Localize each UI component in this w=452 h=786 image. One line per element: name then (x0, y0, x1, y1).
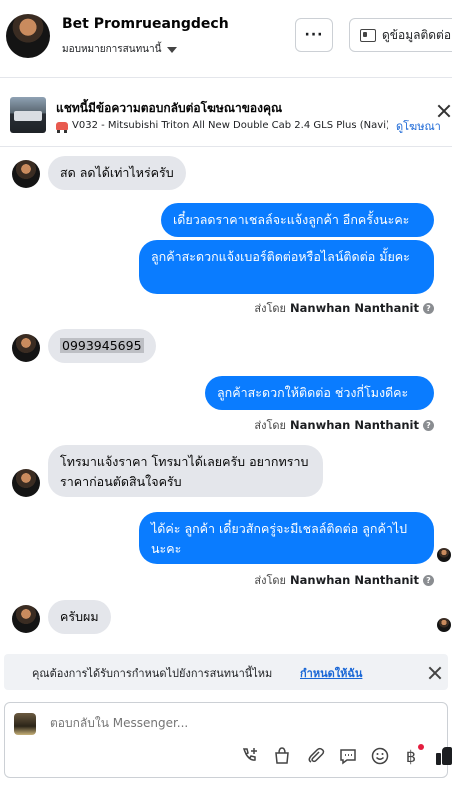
assign-prompt-text: คุณต้องการได้รับการกำหนดไปยังการสนทนานี้… (32, 667, 273, 680)
ad-name: V032 - Mitsubishi Triton All New Double … (72, 120, 403, 131)
sent-by-label: ส่งโดย Nanwhan Nanthanit ? (254, 416, 434, 434)
attachment-icon[interactable] (305, 746, 325, 766)
message-incoming[interactable]: สด ลดได้เท่าไหร่ครับ (48, 156, 186, 190)
sender-avatar (12, 605, 40, 633)
thumbs-up-icon[interactable] (434, 744, 452, 768)
shopping-bag-icon[interactable] (272, 746, 292, 766)
help-icon[interactable]: ? (423, 302, 434, 314)
reply-input[interactable] (50, 716, 430, 730)
contact-avatar[interactable] (6, 14, 50, 58)
car-icon (56, 121, 68, 133)
caret-down-icon (167, 46, 178, 53)
phone-number-text[interactable]: 0993945695 (60, 338, 144, 353)
message-outgoing[interactable]: ลูกค้าสะดวกให้ติดต่อ ช่วงกี่โมงดีคะ (205, 376, 434, 410)
view-ad-link-wrap: ดูโฆษณา (388, 117, 452, 137)
sent-by-name: Nanwhan Nanthanit (290, 573, 419, 587)
seen-avatar (437, 618, 451, 632)
contact-card-icon (360, 28, 376, 42)
assign-to-me-link[interactable]: กำหนดให้ฉัน (300, 664, 362, 682)
seen-avatar (437, 548, 451, 562)
message-outgoing[interactable]: เดี๋ยวลดราคาเชลล์จะแจ้งลูกค้า อีกครั้งนะ… (161, 203, 434, 237)
close-icon[interactable] (428, 666, 442, 680)
ad-banner-subtitle: V032 - Mitsubishi Triton All New Double … (56, 120, 403, 133)
phone-add-icon[interactable] (240, 746, 260, 766)
emoji-icon[interactable] (370, 746, 390, 766)
help-icon[interactable]: ? (423, 574, 434, 586)
message-outgoing[interactable]: ได้ค่ะ ลูกค้า เดี๋ยวสักครู่จะมีเชลล์ติดต… (139, 512, 434, 564)
saved-replies-icon[interactable] (338, 746, 358, 766)
sent-by-label: ส่งโดย Nanwhan Nanthanit ? (254, 299, 434, 317)
message-composer (4, 702, 448, 778)
help-icon[interactable]: ? (423, 419, 434, 431)
sent-by-name: Nanwhan Nanthanit (290, 418, 419, 432)
view-contact-info-label: ดูข้อมูลติดต่อ (382, 27, 452, 42)
assign-conversation-dropdown[interactable]: มอบหมายการสนทนานี้ (62, 42, 178, 57)
more-options-button[interactable]: ··· (295, 18, 333, 52)
contact-name[interactable]: Bet Promrueangdech (62, 16, 229, 32)
ad-banner-title: แชทนี้มีข้อความตอบกลับต่อโฆษณาของคุณ (56, 101, 283, 115)
sent-by-name: Nanwhan Nanthanit (290, 301, 419, 315)
assign-label: มอบหมายการสนทนานี้ (62, 44, 162, 55)
message-outgoing[interactable]: ลูกค้าสะดวกแจ้งเบอร์ติดต่อหรือไลน์ติดต่อ… (139, 240, 434, 294)
sent-by-prefix: ส่งโดย (254, 419, 287, 432)
ad-thumbnail[interactable] (10, 97, 46, 133)
message-incoming[interactable]: 0993945695 (48, 329, 156, 363)
message-incoming[interactable]: ครับผม (48, 600, 111, 634)
sender-avatar (12, 469, 40, 497)
page-avatar (14, 713, 36, 735)
message-incoming[interactable]: โทรมาแจ้งราคา โทรมาได้เลยครับ อยากทราบรา… (48, 445, 323, 497)
sent-by-prefix: ส่งโดย (254, 302, 287, 315)
assign-prompt-bar: คุณต้องการได้รับการกำหนดไปยังการสนทนานี้… (4, 654, 448, 690)
sender-avatar (12, 334, 40, 362)
notification-dot (418, 744, 424, 750)
sent-by-label: ส่งโดย Nanwhan Nanthanit ? (254, 571, 434, 589)
close-icon[interactable] (437, 104, 451, 118)
view-contact-info-button[interactable]: ดูข้อมูลติดต่อ (349, 18, 452, 52)
sent-by-prefix: ส่งโดย (254, 574, 287, 587)
sender-avatar (12, 160, 40, 188)
view-ad-link[interactable]: ดูโฆษณา (388, 117, 452, 137)
